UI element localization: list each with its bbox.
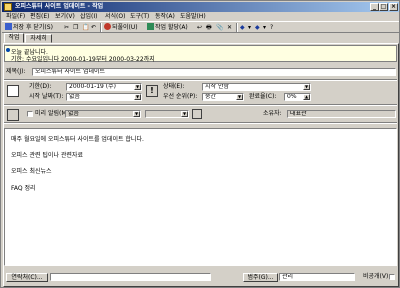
help-icon[interactable]: ? <box>270 23 273 32</box>
info-line-2: 기한: 수요일입니다 2000-01-19부터 2000-03-22까지 <box>11 56 155 63</box>
assign-task-icon <box>147 23 154 30</box>
assign-task-button[interactable]: 작업 할당(A) <box>147 23 188 32</box>
due-date-combo[interactable]: 2000-01-19 (수) ▼ <box>66 83 142 91</box>
chevron-down-icon[interactable]: ▼ <box>303 84 310 90</box>
info-icon <box>6 48 10 52</box>
save-icon <box>5 23 12 30</box>
save-close-button[interactable]: 저장 후 닫기(S) <box>5 23 53 32</box>
paste-icon[interactable]: 📋 <box>82 23 89 32</box>
reminder-sound-icon[interactable] <box>192 109 202 119</box>
menu-edit[interactable]: 편집(E) <box>30 12 50 21</box>
print-icon[interactable]: 🖶 <box>206 23 212 32</box>
priority-combo[interactable]: 중간 ▼ <box>202 93 244 101</box>
owner-label: 소유자: <box>263 110 282 117</box>
subject-label: 제목(J): <box>6 68 26 75</box>
toolbar-separator <box>236 23 238 32</box>
task-window: 오피스튜터 사이트 업데이트 - 작업 _ □ × 파일(F) 편집(E) 보기… <box>0 0 400 288</box>
spinner-arrows-icon[interactable]: ▲ <box>303 94 310 100</box>
info-bar: 오늘 끝납니다. 기한: 수요일입니다 2000-01-19부터 2000-03… <box>4 45 397 63</box>
chevron-down-icon[interactable]: ▼ <box>134 84 141 90</box>
divider <box>4 122 397 124</box>
next-item-icon[interactable]: ◆ <box>255 23 260 32</box>
menu-insert[interactable]: 삽입(I) <box>80 12 98 21</box>
menu-view[interactable]: 보기(V) <box>55 12 75 21</box>
subject-field[interactable]: 오피스튜터 사이트 업데이트 <box>32 68 396 76</box>
chevron-down-icon[interactable]: ▼ <box>181 111 188 117</box>
reminder-value: 없음 <box>68 110 80 117</box>
chevron-down-icon[interactable]: ▼ <box>236 94 243 100</box>
toolbar-separator <box>100 23 102 32</box>
reminder-bell-icon <box>7 109 19 121</box>
title-bar: 오피스튜터 사이트 업데이트 - 작업 _ □ × <box>2 2 399 12</box>
start-date-combo[interactable]: 없음 ▼ <box>66 93 142 101</box>
undo-icon[interactable]: ↶ <box>91 23 96 32</box>
menu-format[interactable]: 서식(O) <box>105 12 125 21</box>
close-button[interactable]: × <box>389 3 398 11</box>
divider <box>4 79 397 81</box>
reminder-date-combo[interactable]: 없음 ▼ <box>65 110 141 118</box>
task-details-icon <box>7 85 19 97</box>
notes-line: 오피스 최신뉴스 <box>11 168 52 175</box>
delete-icon[interactable]: ✕ <box>227 23 232 32</box>
tab-details[interactable]: 자세히 <box>25 34 52 43</box>
contacts-field[interactable] <box>50 273 211 281</box>
tab-task[interactable]: 작업 <box>4 33 24 43</box>
recurrence-icon <box>104 23 111 30</box>
menu-help[interactable]: 도움말(H) <box>180 12 206 21</box>
contacts-button[interactable]: 연락처(C)... <box>6 273 48 282</box>
notes-line: FAQ 정리 <box>11 185 36 192</box>
previous-item-icon[interactable]: ◆ <box>240 23 245 32</box>
categories-field[interactable]: 관리 <box>279 273 355 281</box>
priority-value: 중간 <box>205 93 217 100</box>
divider <box>4 104 397 106</box>
menu-tools[interactable]: 도구(T) <box>130 12 149 21</box>
attach-icon[interactable]: 📎 <box>216 23 223 32</box>
start-date-value: 없음 <box>69 93 81 100</box>
chevron-down-icon[interactable]: ▼ <box>133 111 140 117</box>
recurrence-button[interactable]: 되풀이(U) <box>104 23 138 32</box>
cut-icon[interactable]: ✂ <box>64 23 69 32</box>
categories-button[interactable]: 범주(G)... <box>243 273 278 282</box>
reminder-time-combo[interactable]: ▼ <box>145 110 189 118</box>
percent-complete-value: 0% <box>287 93 297 100</box>
due-date-value: 2000-01-19 (수) <box>69 83 116 90</box>
notes-line: 매주 월요일에 오피스튜터 사이트를 업데이트 합니다. <box>11 136 144 143</box>
owner-field: 대표관 <box>287 110 396 118</box>
percent-complete-label: 완료율(C): <box>249 93 277 100</box>
status-value: 시작 안함 <box>205 83 229 90</box>
exclamation-icon: ! <box>146 85 158 97</box>
private-checkbox[interactable] <box>389 274 395 280</box>
next-dropdown-icon[interactable]: ▾ <box>263 23 266 32</box>
notes-line: 오피스 관련 팁이나 관련자료 <box>11 152 83 159</box>
minimize-button[interactable]: _ <box>370 3 379 11</box>
maximize-button[interactable]: □ <box>379 3 388 11</box>
priority-label: 우선 순위(P): <box>163 93 198 100</box>
toolbar: 저장 후 닫기(S) ✂ ❐ 📋 ↶ 되풀이(U) 작업 할당(A) ↩ 🖶 📎… <box>2 21 399 33</box>
start-date-label: 시작 날짜(T): <box>29 93 64 100</box>
due-date-label: 기한(D): <box>29 83 52 90</box>
status-combo[interactable]: 시작 안함 ▼ <box>202 83 311 91</box>
status-label: 상태(E): <box>163 83 185 90</box>
menu-bar: 파일(F) 편집(E) 보기(V) 삽입(I) 서식(O) 도구(T) 동작(A… <box>2 12 399 21</box>
percent-complete-spinner[interactable]: 0% ▲ <box>284 93 311 101</box>
previous-dropdown-icon[interactable]: ▾ <box>248 23 251 32</box>
reminder-checkbox[interactable] <box>27 111 33 117</box>
copy-icon[interactable]: ❐ <box>73 23 78 32</box>
chevron-down-icon[interactable]: ▼ <box>134 94 141 100</box>
reply-icon[interactable]: ↩ <box>197 23 202 32</box>
notes-body[interactable]: 매주 월요일에 오피스튜터 사이트를 업데이트 합니다. 오피스 관련 팁이나 … <box>4 128 397 266</box>
menu-actions[interactable]: 동작(A) <box>155 12 175 21</box>
private-label: 비공개(V) <box>363 273 389 280</box>
window-title: 오피스튜터 사이트 업데이트 - 작업 <box>15 3 104 10</box>
tab-strip: 작업 자세히 <box>2 33 399 43</box>
menu-file[interactable]: 파일(F) <box>6 12 25 21</box>
task-app-icon <box>4 3 12 11</box>
